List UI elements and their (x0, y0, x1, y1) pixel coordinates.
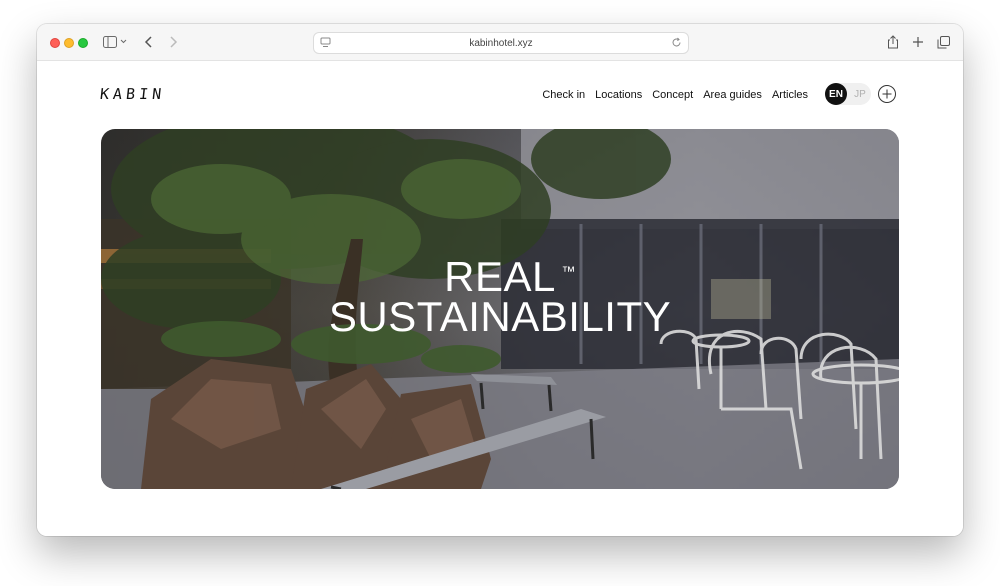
nav-check-in[interactable]: Check in (542, 89, 585, 101)
chevron-left-icon (144, 36, 152, 48)
url-text: kabinhotel.xyz (469, 37, 533, 49)
share-icon (888, 35, 898, 49)
main-nav: Check in Locations Concept Area guides A… (532, 89, 808, 101)
nav-articles[interactable]: Articles (772, 89, 808, 101)
language-en-button[interactable]: EN (825, 83, 847, 105)
chevron-right-icon (170, 36, 178, 48)
share-button[interactable] (885, 32, 901, 52)
hero-title: REAL ™ SUSTAINABILITY (101, 256, 899, 340)
back-button[interactable] (141, 32, 157, 52)
reload-icon[interactable] (671, 37, 682, 48)
page-icon (320, 37, 331, 47)
plus-icon (913, 37, 923, 47)
language-jp-button[interactable]: JP (849, 83, 871, 105)
language-switcher: EN JP (825, 83, 871, 105)
hero-title-line1: REAL (444, 253, 556, 300)
tabs-icon (937, 35, 950, 48)
browser-window: kabinhotel.xyz KABIN Check in Locations … (37, 24, 963, 536)
zoom-window-button[interactable] (78, 38, 88, 48)
trademark-symbol: ™ (561, 263, 576, 279)
sidebar-toggle-button[interactable] (101, 32, 129, 52)
nav-concept[interactable]: Concept (652, 89, 693, 101)
address-bar[interactable]: kabinhotel.xyz (313, 32, 689, 54)
site-logo[interactable]: KABIN (99, 85, 166, 103)
browser-toolbar: kabinhotel.xyz (37, 24, 963, 61)
close-window-button[interactable] (50, 38, 60, 48)
sidebar-icon (103, 36, 127, 48)
new-tab-button[interactable] (910, 32, 926, 52)
menu-plus-icon[interactable] (877, 84, 897, 104)
hero-banner: REAL ™ SUSTAINABILITY (101, 129, 899, 489)
forward-button[interactable] (165, 32, 181, 52)
minimize-window-button[interactable] (64, 38, 74, 48)
nav-area-guides[interactable]: Area guides (703, 89, 762, 101)
nav-locations[interactable]: Locations (595, 89, 642, 101)
tab-overview-button[interactable] (935, 32, 951, 52)
page-content: KABIN Check in Locations Concept Area gu… (37, 61, 963, 536)
hero-title-line2: SUSTAINABILITY (328, 293, 672, 340)
